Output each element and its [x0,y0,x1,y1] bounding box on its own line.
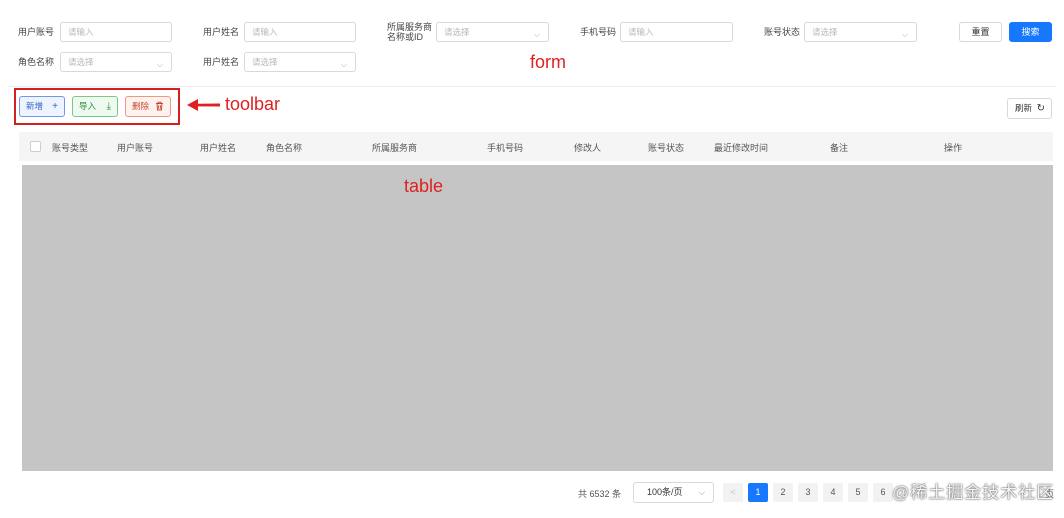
column-header[interactable]: 角色名称 [266,141,302,154]
chevron-down-icon: ⌵ [156,60,163,69]
form-annotation: form [530,52,566,72]
watermark: @稀土掘金技术社区 [892,483,1055,502]
table-annotation: table [404,176,444,196]
column-header[interactable]: 最近修改时间 [714,141,768,154]
label-service-provider-line2: 名称或ID [387,32,424,42]
page-button-2[interactable]: 2 [773,483,793,502]
column-header[interactable]: 账号类型 [52,141,88,154]
column-header[interactable]: 操作 [944,141,962,154]
page-size-value: 100条/页 [647,487,683,497]
service-provider-placeholder: 请选择 [444,27,470,37]
column-header[interactable]: 修改人 [574,141,601,154]
import-button[interactable]: 导入 ⤓ [72,96,118,117]
service-provider-select[interactable]: 请选择 ⌵ [436,22,549,42]
plus-icon: + [52,101,58,112]
table-header: 账号类型 用户账号 用户姓名 角色名称 所属服务商 手机号码 修改人 账号状态 … [19,132,1053,161]
import-button-label: 导入 [79,101,97,111]
user-account-input[interactable]: 请输入 [60,22,172,42]
chevron-down-icon: ⌵ [533,30,540,39]
column-header[interactable]: 备注 [830,141,848,154]
page-button-4[interactable]: 4 [823,483,843,502]
prev-page-button[interactable]: < [723,483,743,502]
table-body-placeholder [22,165,1053,471]
trash-icon [155,97,164,118]
user-name-input[interactable]: 请输入 [244,22,356,42]
chevron-down-icon: ⌵ [340,60,347,69]
search-form: 用户账号 请输入 用户姓名 请输入 所属服务商 名称或ID 请选择 ⌵ 手机号码… [0,0,1064,86]
label-role-name: 角色名称 [18,57,55,67]
label-user-name: 用户姓名 [203,27,240,37]
page-button-6[interactable]: 6 [873,483,893,502]
page-button-5[interactable]: 5 [848,483,868,502]
chevron-down-icon: ⌵ [698,488,705,497]
label-phone: 手机号码 [580,27,617,37]
user-name-select[interactable]: 请选择 ⌵ [244,52,356,72]
phone-input[interactable]: 请输入 [620,22,733,42]
page-button-3[interactable]: 3 [798,483,818,502]
label-account-status: 账号状态 [764,27,801,37]
download-icon: ⤓ [106,101,111,112]
column-header[interactable]: 用户姓名 [200,141,236,154]
label-user-name-2: 用户姓名 [203,57,240,67]
add-button[interactable]: 新增 + [19,96,65,117]
column-header[interactable]: 手机号码 [487,141,523,154]
pagination-total: 共 6532 条 [578,489,622,499]
refresh-button[interactable]: 刷新 ↻ [1007,98,1052,119]
form-divider [8,86,1056,87]
page-size-select[interactable]: 100条/页 ⌵ [633,482,714,503]
toolbar-annotation: toolbar [225,94,281,114]
reset-button[interactable]: 重置 [959,22,1002,42]
account-status-select[interactable]: 请选择 ⌵ [804,22,917,42]
role-name-placeholder: 请选择 [68,57,94,67]
role-name-select[interactable]: 请选择 ⌵ [60,52,172,72]
column-header[interactable]: 用户账号 [117,141,153,154]
page-button-1[interactable]: 1 [748,483,768,502]
user-name-select-placeholder: 请选择 [252,57,278,67]
add-button-label: 新增 [26,101,44,111]
refresh-icon: ↻ [1036,103,1045,114]
column-header[interactable]: 所属服务商 [372,141,417,154]
page: 用户账号 请输入 用户姓名 请输入 所属服务商 名称或ID 请选择 ⌵ 手机号码… [0,0,1064,518]
search-button[interactable]: 搜索 [1009,22,1052,42]
select-all-checkbox[interactable] [30,141,41,152]
arrow-left-icon [187,99,220,111]
account-status-placeholder: 请选择 [812,27,838,37]
label-user-account: 用户账号 [18,27,55,37]
delete-button-label: 删除 [132,101,150,111]
chevron-down-icon: ⌵ [901,30,908,39]
delete-button[interactable]: 删除 [125,96,171,117]
column-header[interactable]: 账号状态 [648,141,684,154]
refresh-button-label: 刷新 [1015,103,1033,113]
